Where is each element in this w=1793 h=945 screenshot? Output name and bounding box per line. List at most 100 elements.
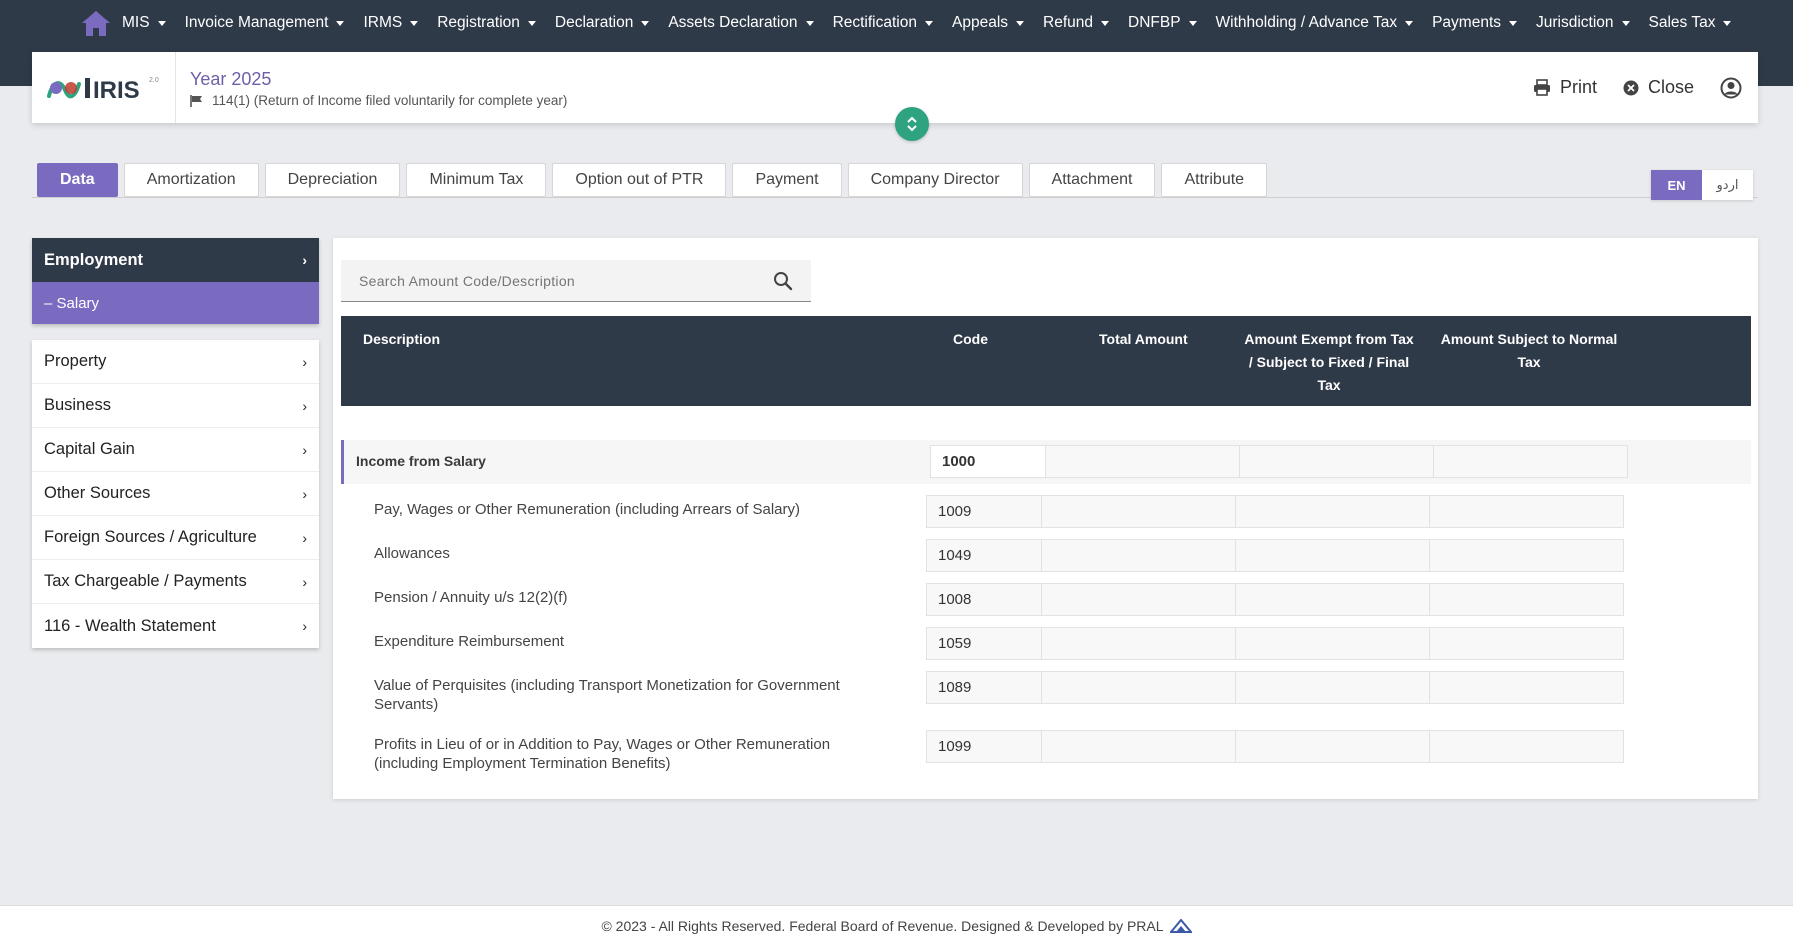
nav-item-registration[interactable]: Registration	[437, 14, 536, 32]
table-row: Profits in Lieu of or in Addition to Pay…	[341, 730, 1751, 774]
tab-attachment[interactable]: Attachment	[1028, 163, 1156, 197]
iris-logo[interactable]: IRIS 2.0	[32, 52, 176, 123]
total-amount-field[interactable]	[1041, 627, 1236, 660]
caret-down-icon	[1101, 21, 1109, 26]
sidebar-item-label: Foreign Sources / Agriculture	[44, 528, 257, 546]
tab-option-out-of-ptr[interactable]: Option out of PTR	[552, 163, 727, 197]
caret-down-icon	[157, 21, 166, 26]
normal-amount-field[interactable]	[1429, 539, 1624, 572]
total-amount-field[interactable]	[1041, 539, 1236, 572]
row-cells: 1009	[926, 495, 1624, 528]
return-form-type: 114(1) (Return of Income filed voluntari…	[190, 93, 567, 108]
caret-down-icon	[336, 21, 345, 26]
sidebar-item-foreign-sources[interactable]: Foreign Sources / Agriculture ›	[32, 516, 319, 560]
nav-item-invoice-management[interactable]: Invoice Management	[185, 14, 345, 32]
search-box	[341, 260, 811, 302]
user-profile-button[interactable]	[1720, 77, 1742, 99]
lang-ur-button[interactable]: اردو	[1702, 170, 1753, 200]
sidebar-item-label: Property	[44, 352, 107, 370]
normal-amount-field[interactable]	[1429, 671, 1624, 704]
exempt-amount-field[interactable]	[1235, 627, 1430, 660]
tab-minimum-tax[interactable]: Minimum Tax	[406, 163, 547, 197]
row-cells: 1000	[930, 445, 1628, 478]
chevron-right-icon: ›	[302, 485, 307, 502]
exempt-amount-field[interactable]	[1235, 583, 1430, 616]
sidebar-subitem-salary[interactable]: – Salary	[32, 282, 319, 324]
row-description: Value of Perquisites (including Transpor…	[374, 677, 840, 713]
tab-data[interactable]: Data	[37, 163, 118, 197]
caret-down-icon	[1405, 21, 1414, 26]
caret-down-icon	[641, 21, 650, 26]
nav-item-irms[interactable]: IRMS	[363, 14, 419, 32]
sidebar-sections: Property › Business › Capital Gain › Other …	[32, 340, 319, 648]
exempt-amount-field	[1239, 445, 1434, 478]
nav-item-assets-declaration[interactable]: Assets Declaration	[668, 14, 814, 32]
tab-company-director[interactable]: Company Director	[847, 163, 1023, 197]
tab-payment[interactable]: Payment	[732, 163, 842, 197]
sidebar-item-label: Capital Gain	[44, 440, 135, 458]
total-amount-field[interactable]	[1041, 495, 1236, 528]
nav-item-dnfbp[interactable]: DNFBP	[1128, 14, 1197, 32]
exempt-amount-field[interactable]	[1235, 495, 1430, 528]
table-body: Income from Salary 1000 Pay, Wages or Ot…	[341, 440, 1751, 774]
code-cell: 1009	[926, 495, 1042, 528]
chevron-right-icon: ›	[302, 573, 307, 590]
sidebar-item-other-sources[interactable]: Other Sources ›	[32, 472, 319, 516]
column-header-code: Code	[953, 331, 988, 347]
nav-item-mis[interactable]: MIS	[122, 14, 166, 32]
nav-item-declaration[interactable]: Declaration	[555, 14, 650, 32]
row-cells: 1059	[926, 627, 1624, 660]
nav-item-sales-tax[interactable]: Sales Tax	[1649, 14, 1732, 32]
sidebar-item-tax-chargeable[interactable]: Tax Chargeable / Payments ›	[32, 560, 319, 604]
exempt-amount-field[interactable]	[1235, 539, 1430, 572]
lang-en-button[interactable]: EN	[1651, 170, 1702, 200]
tab-amortization[interactable]: Amortization	[123, 163, 259, 197]
tab-attribute[interactable]: Attribute	[1161, 163, 1268, 197]
exempt-amount-field[interactable]	[1235, 730, 1430, 763]
row-cells: 1008	[926, 583, 1624, 616]
search-input[interactable]	[359, 272, 759, 289]
sidebar-item-label: Other Sources	[44, 484, 151, 502]
chevron-right-icon: ›	[302, 529, 307, 546]
total-amount-field[interactable]	[1041, 671, 1236, 704]
total-amount-field[interactable]	[1041, 583, 1236, 616]
tab-depreciation[interactable]: Depreciation	[264, 163, 401, 197]
nav-item-rectification[interactable]: Rectification	[833, 14, 933, 32]
chevron-up-down-icon	[907, 116, 917, 132]
print-button[interactable]: Print	[1533, 77, 1597, 98]
nav-item-jurisdiction[interactable]: Jurisdiction	[1536, 14, 1630, 32]
home-icon[interactable]	[78, 8, 114, 38]
sidebar-item-capital-gain[interactable]: Capital Gain ›	[32, 428, 319, 472]
normal-amount-field[interactable]	[1429, 583, 1624, 616]
exempt-amount-field[interactable]	[1235, 671, 1430, 704]
nav-item-label: Refund	[1043, 14, 1093, 31]
table-header: Description Code Total Amount Amount Exe…	[341, 316, 1751, 406]
normal-amount-field[interactable]	[1429, 495, 1624, 528]
row-description: Profits in Lieu of or in Addition to Pay…	[374, 736, 831, 772]
nav-item-refund[interactable]: Refund	[1043, 14, 1109, 32]
close-button[interactable]: Close	[1623, 77, 1694, 98]
chevron-right-icon: ›	[302, 441, 307, 458]
normal-amount-field[interactable]	[1429, 627, 1624, 660]
column-header-exempt: Amount Exempt from Tax / Subject to Fixe…	[1244, 331, 1414, 393]
close-label: Close	[1647, 77, 1694, 97]
sidebar-item-employment[interactable]: Employment ›	[32, 238, 319, 282]
sidebar-item-business[interactable]: Business ›	[32, 384, 319, 428]
language-toggle: EN اردو	[1651, 170, 1753, 200]
table-group-row: Income from Salary 1000	[341, 440, 1751, 484]
nav-item-payments[interactable]: Payments	[1432, 14, 1517, 32]
column-header-description: Description	[363, 331, 441, 347]
return-header: IRIS 2.0 Year 2025 114(1) (Return of Inc…	[32, 52, 1758, 123]
nav-item-appeals[interactable]: Appeals	[952, 14, 1025, 32]
sidebar-item-property[interactable]: Property ›	[32, 340, 319, 384]
sidebar-item-wealth-statement[interactable]: 116 - Wealth Statement ›	[32, 604, 319, 648]
code-cell: 1049	[926, 539, 1042, 572]
search-icon[interactable]	[773, 271, 793, 291]
sidebar-item-label: 116 - Wealth Statement	[44, 616, 216, 635]
collapse-header-button[interactable]	[895, 107, 929, 141]
normal-amount-field[interactable]	[1429, 730, 1624, 763]
nav-item-withholding[interactable]: Withholding / Advance Tax	[1216, 14, 1414, 32]
total-amount-field[interactable]	[1041, 730, 1236, 763]
code-cell: 1089	[926, 671, 1042, 704]
nav-item-label: Withholding / Advance Tax	[1215, 14, 1398, 31]
